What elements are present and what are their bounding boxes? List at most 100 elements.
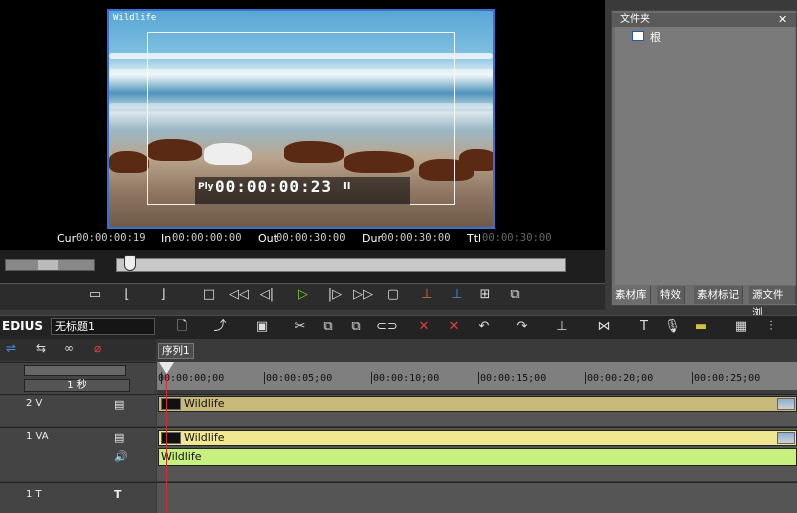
scrubber-handle[interactable] — [124, 255, 136, 271]
folder-tree — [615, 27, 795, 285]
horse — [109, 151, 149, 173]
dur-label: Dur — [362, 232, 382, 245]
add-to-timeline-button[interactable]: ⊞ — [474, 286, 496, 304]
horse — [459, 149, 493, 171]
step-back-button[interactable]: ◁| — [256, 286, 278, 304]
cur-label: Cur — [57, 232, 77, 245]
ttl-label: Ttl — [467, 232, 482, 245]
tab-effects[interactable]: 特效 — [657, 286, 685, 304]
replace-icon[interactable]: ⊂⊃ — [376, 318, 398, 336]
close-icon[interactable]: ✕ — [778, 13, 787, 26]
video-track-icon[interactable]: ▤ — [114, 398, 124, 411]
clip-thumbnail — [777, 432, 795, 444]
ruler-tick — [264, 372, 265, 384]
ruler-tick — [692, 372, 693, 384]
tab-clip-markers[interactable]: 素材标记 — [694, 286, 743, 304]
project-name: 无标题1 — [51, 318, 155, 335]
title-icon[interactable]: T — [636, 318, 652, 336]
copy-icon[interactable]: ⧉ — [320, 318, 336, 336]
ruler-label: 00:00:05;00 — [266, 373, 333, 384]
play-button[interactable]: ▷ — [292, 286, 314, 304]
tab-asset-bin[interactable]: 素材库 — [612, 286, 651, 304]
in-label: In — [161, 232, 172, 245]
loop-button[interactable]: ▢ — [382, 286, 404, 304]
playhead-line[interactable] — [166, 362, 167, 513]
ttl-value: 00:00:30:00 — [482, 232, 552, 244]
zoom-slider[interactable] — [24, 365, 126, 376]
stop-button[interactable]: □ — [198, 286, 220, 304]
set-out-button[interactable]: ⌋ — [152, 286, 174, 304]
ruler-tick — [585, 372, 586, 384]
audio-clip[interactable]: Wildlife — [158, 448, 797, 466]
undo-icon[interactable]: ↶ — [476, 318, 492, 336]
set-in-button[interactable]: ⌊ — [116, 286, 138, 304]
grid-icon[interactable]: ▦ — [732, 318, 750, 336]
add-transition-icon[interactable]: ⊥ — [552, 318, 572, 336]
cur-value: 00:00:00:19 — [76, 232, 146, 244]
delete-icon[interactable]: ✕ — [414, 318, 434, 336]
clip-name-overlay: Wildlife — [113, 13, 157, 23]
shuttle-knob[interactable] — [38, 260, 58, 270]
track-name: 2 V — [26, 398, 43, 409]
cut-icon[interactable]: ✂ — [292, 318, 308, 336]
track-name: 1 VA — [26, 431, 49, 442]
insert-button[interactable]: ⊥ — [416, 286, 438, 304]
rewind-button[interactable]: ◁◁ — [228, 286, 250, 304]
ruler-label: 00:00:10;00 — [373, 373, 440, 384]
track-header-1t[interactable]: 1 T T — [0, 482, 156, 513]
track-lane-1t[interactable] — [157, 482, 797, 513]
paste-icon[interactable]: ⧉ — [348, 318, 364, 336]
overlay-timecode: 00:00:00:23 — [215, 177, 332, 196]
playback-mode-label: Ply — [198, 182, 214, 192]
title-track-icon[interactable]: T — [114, 488, 122, 501]
new-sequence-icon[interactable]: 🗋 — [172, 318, 192, 336]
position-scrubber[interactable] — [116, 258, 566, 272]
mark-clip-button[interactable]: ▭ — [84, 286, 106, 304]
bin-title: 文件夹 — [612, 13, 796, 27]
clip-label: Wildlife — [184, 397, 225, 410]
speaker-icon[interactable]: 🔊 — [114, 450, 128, 463]
open-project-icon[interactable]: ⤴ — [210, 318, 230, 336]
save-icon[interactable]: ▣ — [252, 318, 272, 336]
redo-icon[interactable]: ↷ — [514, 318, 530, 336]
out-label: Out — [258, 232, 278, 245]
video-clip[interactable]: Wildlife — [158, 396, 797, 412]
timecode-readouts: Cur 00:00:00:19 In 00:00:00:00 Out 00:00… — [0, 232, 605, 246]
track-header-1va[interactable]: 1 VA ▤ 🔊 — [0, 427, 156, 481]
edius-window: Wildlife Ply 00:00:00:23 II Cur 00:00:00… — [0, 0, 797, 513]
video-track-icon[interactable]: ▤ — [114, 431, 124, 444]
folder-icon — [632, 31, 644, 41]
step-forward-button[interactable]: |▷ — [324, 286, 346, 304]
clip-thumbnail — [161, 432, 181, 444]
ripple-delete-icon[interactable]: ✕ — [444, 318, 464, 336]
link-icon[interactable]: ∞ — [64, 341, 74, 355]
clip-label: Wildlife — [184, 431, 225, 444]
render-icon[interactable]: ▬ — [690, 318, 712, 336]
ruler-tick — [478, 372, 479, 384]
ripple-mode-icon[interactable]: ⇆ — [36, 341, 46, 355]
app-name[interactable]: EDIUS — [2, 319, 43, 333]
ruler-label: 00:00:25;00 — [694, 373, 761, 384]
ruler-label: 00:00:15;00 — [480, 373, 547, 384]
track-name: 1 T — [26, 489, 42, 500]
cross-fade-icon[interactable]: ⋈ — [594, 318, 614, 336]
sequence-tab[interactable]: 序列1 — [158, 343, 194, 359]
track-header-2v[interactable]: 2 V ▤ — [0, 394, 156, 426]
overwrite-button[interactable]: ⊥ — [446, 286, 468, 304]
scale-selector[interactable]: 1 秒 — [24, 379, 130, 392]
clip-thumbnail — [777, 398, 795, 410]
fast-forward-button[interactable]: ▷▷ — [352, 286, 374, 304]
in-value: 00:00:00:00 — [172, 232, 242, 244]
tree-root-folder[interactable]: 根 — [650, 29, 661, 45]
export-button[interactable]: ⧉ — [504, 286, 526, 304]
snap-icon[interactable]: ⌀ — [94, 341, 101, 355]
dur-value: 00:00:30:00 — [381, 232, 451, 244]
mixer-icon[interactable]: ⫶ — [762, 318, 780, 336]
video-clip[interactable]: Wildlife — [158, 430, 797, 446]
clip-thumbnail — [161, 398, 181, 410]
sync-lock-icon[interactable]: ⇌ — [6, 341, 16, 355]
pause-icon: II — [343, 181, 351, 192]
out-value: 00:00:30:00 — [276, 232, 346, 244]
tab-source-browser[interactable]: 源文件浏 — [749, 286, 796, 319]
voiceover-mic-icon[interactable]: 🎙 — [664, 318, 681, 336]
